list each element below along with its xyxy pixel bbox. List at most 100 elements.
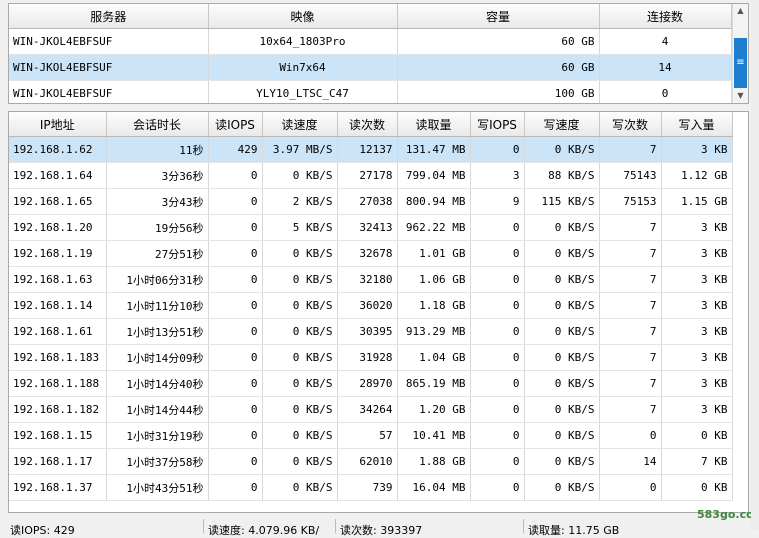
session-cell: 0 KB/S	[524, 318, 600, 345]
session-row[interactable]: 192.168.1.182 1小时14分44秒 0 0 KB/S 34264 1.20 G…	[9, 396, 733, 423]
scroll-up-arrow-icon[interactable]: ▲	[733, 4, 748, 18]
session-cell: 192.168.1.20	[9, 214, 107, 241]
scroll-down-arrow-icon[interactable]: ▼	[733, 89, 748, 103]
session-cell: 88 KB/S	[524, 162, 600, 189]
session-cell: 0 KB/S	[524, 240, 600, 267]
server-col-header[interactable]: 容量	[397, 4, 600, 29]
session-cell: 0	[470, 396, 525, 423]
session-row[interactable]: 192.168.1.14 1小时11分10秒 0 0 KB/S 36020 1.18 GB…	[9, 292, 733, 319]
session-cell: 192.168.1.14	[9, 292, 107, 319]
session-col-header[interactable]: 写速度	[524, 112, 600, 137]
session-cell: 962.22 MB	[397, 214, 471, 241]
session-row[interactable]: 192.168.1.65 3分43秒 0 2 KB/S 27038 800.94 MB 9 1…	[9, 188, 733, 215]
session-cell: 0 KB/S	[524, 448, 600, 475]
server-cell-capacity: 60 GB	[397, 54, 600, 81]
session-row[interactable]: 192.168.1.19 27分51秒 0 0 KB/S 32678 1.01 GB 0 0 …	[9, 240, 733, 267]
session-row[interactable]: 192.168.1.183 1小时14分09秒 0 0 KB/S 31928 1.04 G…	[9, 344, 733, 371]
session-cell: 0 KB/S	[262, 344, 338, 371]
session-cell: 7	[599, 318, 662, 345]
session-cell: 0	[208, 240, 263, 267]
session-cell: 192.168.1.61	[9, 318, 107, 345]
session-col-header[interactable]: 读速度	[262, 112, 338, 137]
session-cell: 0 KB/S	[262, 448, 338, 475]
session-cell: 0	[470, 240, 525, 267]
session-cell: 0	[470, 214, 525, 241]
session-row[interactable]: 192.168.1.15 1小时31分19秒 0 0 KB/S 57 10.41 MB 0 0…	[9, 422, 733, 449]
session-col-header[interactable]: 会话时长	[106, 112, 209, 137]
session-col-header[interactable]: 写入量	[661, 112, 733, 137]
session-col-header[interactable]: 写IOPS	[470, 112, 525, 137]
session-col-header[interactable]: 读取量	[397, 112, 471, 137]
session-row[interactable]: 192.168.1.62 11秒 429 3.97 MB/S 12137 131.47 M…	[9, 136, 733, 163]
session-cell: 27178	[337, 162, 398, 189]
session-cell: 7	[599, 214, 662, 241]
session-cell: 32413	[337, 214, 398, 241]
session-row[interactable]: 192.168.1.64 3分36秒 0 0 KB/S 27178 799.04 MB 3 8…	[9, 162, 733, 189]
session-cell: 0	[470, 318, 525, 345]
session-row[interactable]: 192.168.1.61 1小时13分51秒 0 0 KB/S 30395 913.29 …	[9, 318, 733, 345]
session-cell: 7	[599, 292, 662, 319]
session-col-header[interactable]: 写次数	[599, 112, 662, 137]
session-cell: 75143	[599, 162, 662, 189]
session-cell: 1小时11分10秒	[106, 292, 209, 319]
server-cell-capacity: 100 GB	[397, 80, 600, 103]
status-divider	[335, 519, 336, 533]
window-edge	[751, 0, 759, 530]
session-row[interactable]: 192.168.1.188 1小时14分40秒 0 0 KB/S 28970 865.19…	[9, 370, 733, 397]
server-list-scrollbar[interactable]: ▲ ≡ ▼	[732, 4, 748, 103]
session-cell: 0	[208, 266, 263, 293]
server-col-header[interactable]: 服务器	[9, 4, 209, 29]
session-cell: 0 KB/S	[262, 240, 338, 267]
session-cell: 16.04 MB	[397, 474, 471, 501]
scroll-thumb[interactable]: ≡	[734, 38, 747, 88]
session-cell: 5 KB/S	[262, 214, 338, 241]
session-cell: 75153	[599, 188, 662, 215]
session-row[interactable]: 192.168.1.63 1小时06分31秒 0 0 KB/S 32180 1.06 GB…	[9, 266, 733, 293]
session-col-header[interactable]: 读次数	[337, 112, 398, 137]
session-cell: 429	[208, 136, 263, 163]
server-cell-server: WIN-JKOL4EBFSUF	[9, 54, 209, 81]
session-cell: 1小时14分44秒	[106, 396, 209, 423]
session-cell: 0	[599, 422, 662, 449]
session-col-header[interactable]: IP地址	[9, 112, 107, 137]
server-cell-image: Win7x64	[208, 54, 398, 81]
server-cell-image: YLY10_LTSC_C47	[208, 80, 398, 103]
session-cell: 0 KB/S	[262, 370, 338, 397]
session-cell: 3	[470, 162, 525, 189]
session-cell: 192.168.1.182	[9, 396, 107, 423]
session-cell: 192.168.1.15	[9, 422, 107, 449]
session-row[interactable]: 192.168.1.37 1小时43分51秒 0 0 KB/S 739 16.04 MB 0…	[9, 474, 733, 501]
session-cell: 865.19 MB	[397, 370, 471, 397]
session-cell: 0	[208, 422, 263, 449]
status-bar: 读IOPS: 429 读速度: 4.079.96 KB/ 读次数: 393397…	[8, 519, 749, 537]
session-cell: 800.94 MB	[397, 188, 471, 215]
session-cell: 0 KB	[661, 474, 733, 501]
session-cell: 14	[599, 448, 662, 475]
session-cell: 1.18 GB	[397, 292, 471, 319]
session-cell: 7	[599, 240, 662, 267]
session-cell: 1小时31分19秒	[106, 422, 209, 449]
session-col-header[interactable]: 读IOPS	[208, 112, 263, 137]
session-row[interactable]: 192.168.1.20 19分56秒 0 5 KB/S 32413 962.22 MB 0…	[9, 214, 733, 241]
session-row[interactable]: 192.168.1.17 1小时37分58秒 0 0 KB/S 62010 1.88 GB…	[9, 448, 733, 475]
session-cell: 0	[599, 474, 662, 501]
status-read-iops: 读IOPS: 429	[10, 524, 75, 537]
session-cell: 192.168.1.62	[9, 136, 107, 163]
server-row[interactable]: WIN-JKOL4EBFSUF YLY10_LTSC_C47 100 GB 0	[9, 80, 732, 103]
session-cell: 1.04 GB	[397, 344, 471, 371]
session-cell: 0	[208, 162, 263, 189]
server-col-header[interactable]: 映像	[208, 4, 398, 29]
session-cell: 1.88 GB	[397, 448, 471, 475]
session-cell: 3 KB	[661, 240, 733, 267]
server-cell-connections: 4	[599, 28, 732, 55]
session-cell: 1小时14分09秒	[106, 344, 209, 371]
server-row[interactable]: WIN-JKOL4EBFSUF Win7x64 60 GB 14	[9, 54, 732, 81]
session-cell: 34264	[337, 396, 398, 423]
session-cell: 27分51秒	[106, 240, 209, 267]
server-cell-server: WIN-JKOL4EBFSUF	[9, 80, 209, 103]
session-cell: 192.168.1.19	[9, 240, 107, 267]
session-cell: 32678	[337, 240, 398, 267]
server-row[interactable]: WIN-JKOL4EBFSUF 10x64_1803Pro 60 GB 4	[9, 28, 732, 55]
server-col-header[interactable]: 连接数	[599, 4, 732, 29]
session-cell: 0 KB/S	[262, 162, 338, 189]
